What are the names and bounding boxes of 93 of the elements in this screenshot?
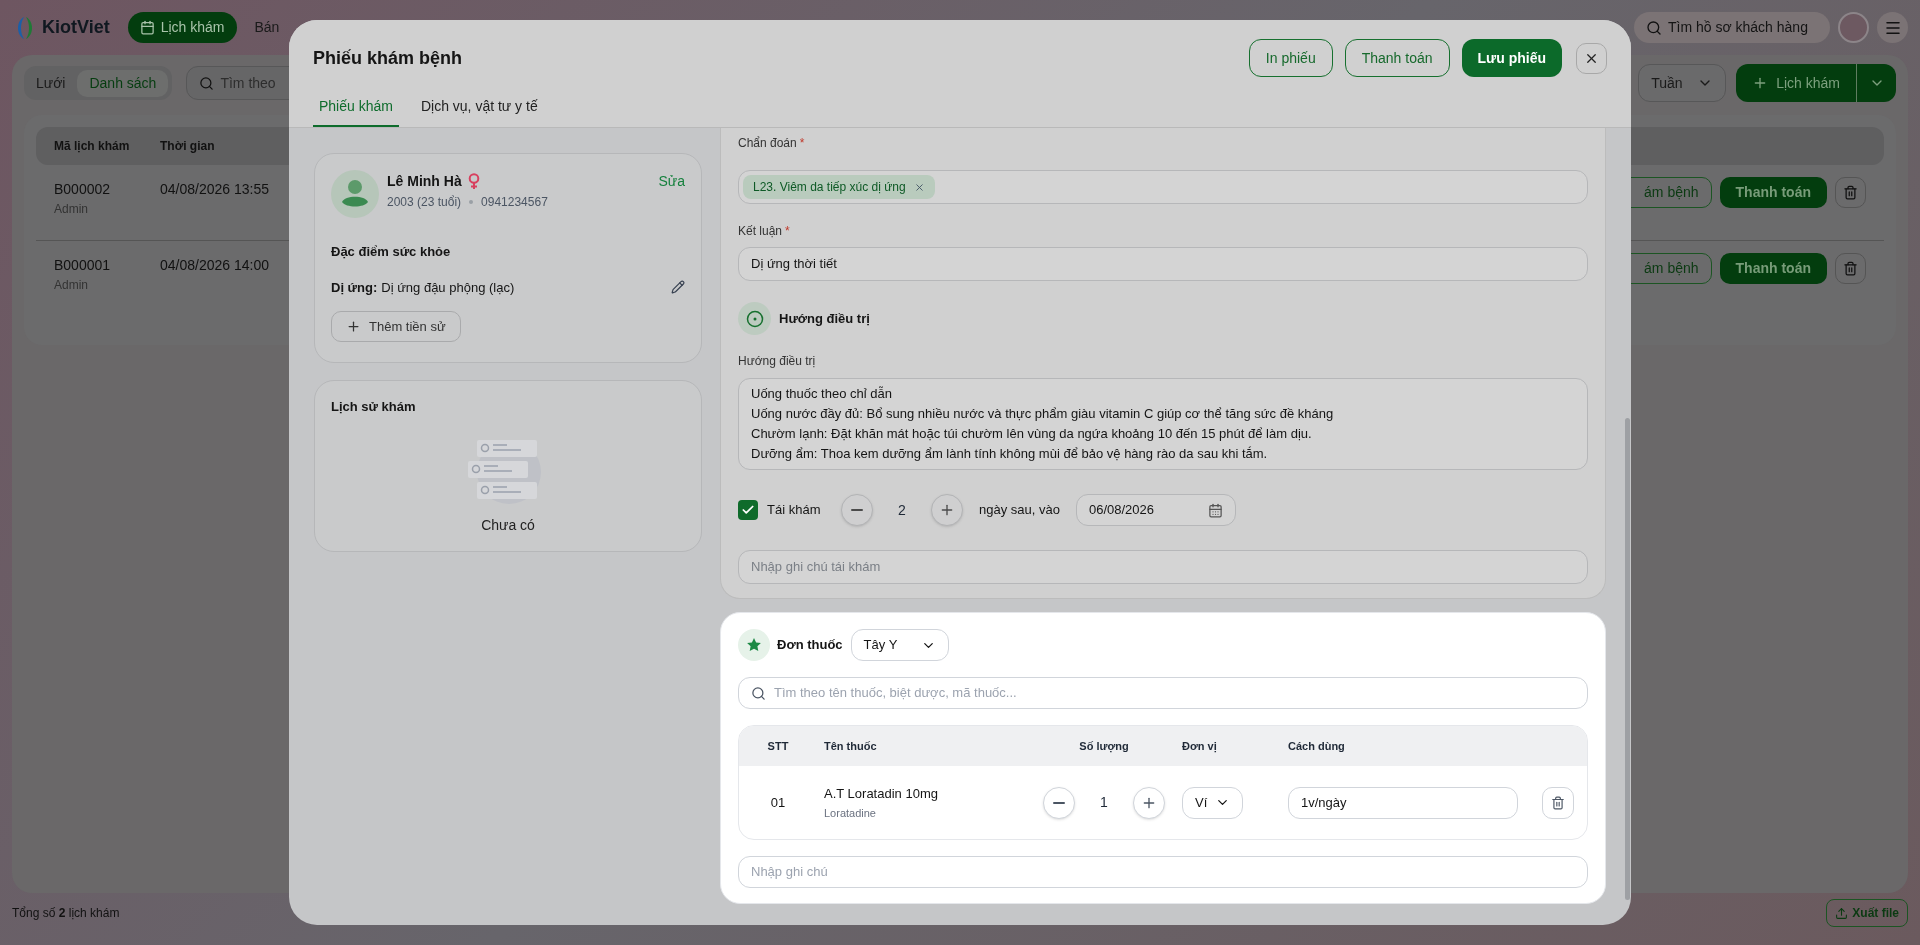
section-title: Đơn thuốc [777,636,843,655]
date-field[interactable]: 06/08/2026 [1075,494,1236,526]
medicine-name: A.T Loratadin 10mg [824,784,939,803]
app-logo: KiotViet [42,16,110,39]
calendar-icon [1207,502,1223,518]
medicine-generic: Loratadine [824,806,877,821]
diagnosis-tag: L23. Viêm da tiếp xúc dị ứng [743,175,935,199]
column-header: Mã lịch khám [54,138,131,155]
column-header: Số lượng [1078,738,1130,755]
column-header: Cách dùng [1287,738,1345,754]
section-title: Hướng điều trị [779,309,870,328]
revisit-checkbox[interactable] [738,500,758,520]
decrease-button[interactable] [1043,786,1075,819]
nav-tab[interactable]: Bán [250,12,284,43]
table-cell-text: B000002 [54,180,112,199]
unit-select[interactable]: Ví [1182,786,1243,819]
patient-birth: 2003 (23 tuổi) [387,194,462,211]
table-cell-text: B000001 [54,256,112,275]
increase-button[interactable] [1133,786,1165,819]
health-value: Dị ứng đậu phộng (lạc) [381,278,515,297]
column-header: Tên thuốc [823,738,878,754]
required-mark: * [785,223,790,240]
conclusion-field[interactable]: Dị ứng thời tiết [738,247,1588,281]
section-title: Lịch sử khám [331,398,417,416]
section-title: Đặc điểm sức khỏe [331,243,452,261]
add-history-button[interactable]: Thêm tiền sử [331,311,461,342]
pay-button[interactable]: Thanh toán [1719,177,1827,208]
required-mark: * [799,135,805,152]
health-label: Dị ứng: [331,278,378,297]
trash-icon [1843,261,1858,276]
field-label: Hướng điều trị [738,353,817,370]
view-toggle[interactable]: Danh sách [77,69,169,97]
view-toggle[interactable]: Lưới [28,69,74,97]
patient-name: Lê Minh Hà [387,171,462,191]
table-cell-text: Admin [54,277,89,294]
decrease-button[interactable] [841,494,873,526]
trash-icon [1551,795,1565,810]
minus-icon [851,509,863,511]
table-cell-text: Admin [54,201,89,218]
note-field[interactable]: Nhập ghi chú [738,856,1588,888]
treatment-field[interactable]: Uống thuốc theo chỉ dẫn Uống nước đầy đủ: Bổ sung nhiều nước và thực phẩm giàu vitamin C giúp cơ thể tăng sức đề kháng Chườm lạnh: Đặt khăn mát hoặc túi chườm lên vùng da ngứa khoảng 10 đến 15 phút để làm dịu. Dưỡng ẩm: Thoa kem dưỡng ẩm lành tính không mùi để bảo vệ hàng rào da sau khi tắm. [738,378,1588,470]
menu-button[interactable] [1877,12,1908,43]
field-label: Chẩn đoán [738,135,797,152]
edit-icon[interactable] [671,280,685,295]
avatar-icon [331,170,379,218]
action-button[interactable]: Thanh toán [1344,39,1450,77]
increase-button[interactable] [931,494,963,526]
diagnosis-field[interactable]: L23. Viêm da tiếp xúc dị ứng [738,170,1588,204]
remove-icon[interactable] [913,181,925,193]
column-header: STT [766,738,790,754]
check-icon [741,503,755,517]
trash-icon [1843,185,1858,200]
action-button[interactable]: Lưu phiếu [1461,39,1562,77]
field-label: Kết luận [738,223,783,240]
medicine-type-select[interactable]: Tây Y [850,629,949,661]
usage-field[interactable]: 1v/ngày [1288,786,1518,819]
count-value: 1 [1099,793,1109,812]
patient-phone: 0941234567 [481,194,548,211]
dialog-title: Phiếu khám bệnh [313,46,463,70]
delete-button[interactable] [1835,177,1866,208]
table-cell-text: 04/08/2026 13:55 [160,180,269,199]
female-icon [467,172,480,190]
search-icon [751,685,766,701]
dialog-tab[interactable]: Dịch vụ, vật tư y tế [406,87,552,127]
column-header: Thời gian [160,138,215,155]
delete-button[interactable] [1835,253,1866,284]
action-button[interactable]: In phiếu [1248,39,1333,77]
nav-tab[interactable]: Lịch khám [127,12,237,43]
minus-icon [1053,801,1065,804]
period-select[interactable]: Tuần [1638,64,1727,102]
plus-icon [939,502,955,518]
plus-icon [346,319,361,334]
total-count: Tổng số 2 lịch khám [12,905,120,922]
empty-message: Chưa có [481,515,535,535]
calendar-icon [139,20,155,35]
revisit-label: Tái khám [767,501,822,520]
customer-search-field[interactable]: Tìm hồ sơ khách hàng [1634,12,1830,43]
dialog-tab[interactable]: Phiếu khám [313,87,399,127]
pay-button[interactable]: Thanh toán [1719,253,1827,284]
scrollbar[interactable] [1625,418,1630,900]
search-icon [1646,19,1662,36]
export-icon [1835,906,1849,920]
count-value: 2 [897,500,907,520]
revisit-text: ngày sau, vào [979,501,1060,520]
target-glyph [745,309,764,328]
search-icon [199,75,215,91]
column-header: Đơn vị [1181,738,1218,755]
revisit-note-field[interactable]: Nhập ghi chú tái khám [738,550,1588,584]
medicine-search-field[interactable]: Tìm theo tên thuốc, biệt dược, mã thuốc... [738,677,1588,709]
table-cell-text: 04/08/2026 14:00 [160,256,269,275]
table-cell-text: 01 [769,793,787,812]
edit-link[interactable]: Sửa [658,170,685,192]
close-button[interactable] [1576,42,1607,74]
